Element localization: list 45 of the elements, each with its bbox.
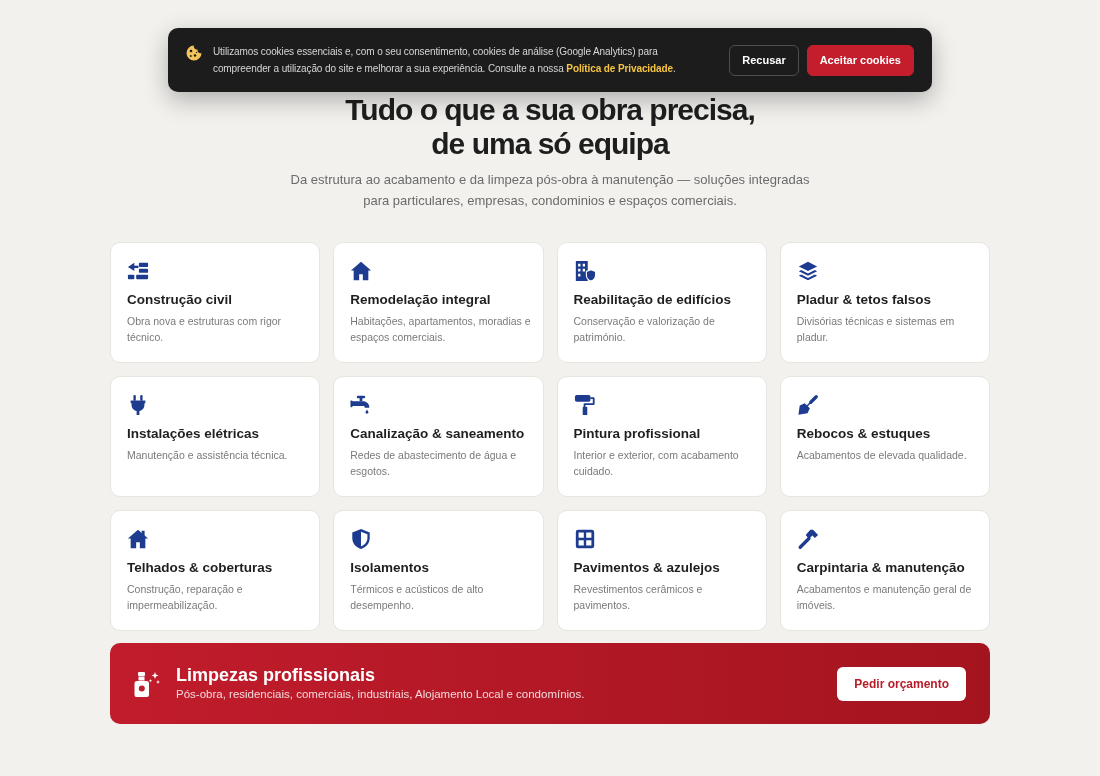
service-title: Remodelação integral — [350, 291, 492, 309]
cookie-icon — [186, 45, 202, 61]
service-title: Isolamentos — [350, 559, 431, 577]
service-title: Instalações elétricas — [127, 425, 261, 443]
service-description: Construção, reparação e impermeabilização. — [127, 582, 244, 613]
service-title: Rebocos & estuques — [796, 425, 932, 443]
service-description: Habitações, apartamentos, moradias e espaços comerciais. — [350, 314, 532, 345]
layers-icon — [796, 260, 819, 282]
spray-bottle-icon — [133, 669, 161, 698]
privacy-policy-link[interactable]: Política de Privacidade — [566, 63, 673, 74]
request-quote-button[interactable]: Pedir orçamento — [837, 666, 966, 701]
service-title: Telhados & coberturas — [127, 559, 274, 577]
service-description: Revestimentos cerâmicos e pavimentos. — [573, 582, 704, 613]
house-icon — [127, 528, 149, 550]
service-title: Pavimentos & azulejos — [573, 559, 721, 577]
service-description: Manutenção e assistência técnica. — [127, 448, 289, 463]
banner-title: Limpezas profissionais — [176, 664, 377, 686]
section-subtitle: Da estrutura ao acabamento e da limpeza pós-obra à manutenção — soluções integradas para particulares, empresas, condominios e espaços comerciais. — [289, 171, 811, 210]
service-title: Canalização & saneamento — [350, 425, 526, 443]
banner-description: Pós-obra, residenciais, comerciais, industriais, Alojamento Local e condomínios. — [176, 687, 586, 702]
service-title: Reabilitação de edifícios — [573, 291, 733, 309]
grid-icon — [573, 528, 596, 550]
accept-cookies-button[interactable]: Aceitar cookies — [806, 44, 914, 76]
service-title: Pladur & tetos falsos — [796, 291, 933, 309]
building-shield-icon — [573, 260, 596, 282]
paint-roller-icon — [573, 394, 596, 416]
service-description: Divisórias técnicas e sistemas em pladur. — [796, 314, 956, 345]
service-title: Carpintaria & manutenção — [796, 559, 966, 577]
trowel-bricks-icon — [127, 260, 149, 282]
service-description: Redes de abastecimento de água e esgotos. — [350, 448, 518, 479]
service-description: Térmicos e acústicos de alto desempenho. — [350, 582, 485, 613]
house-icon — [350, 260, 373, 282]
service-description: Obra nova e estruturas com rigor técnico. — [127, 314, 283, 345]
section-heading: Tudo o que a sua obra precisa, de uma só equipa — [345, 93, 755, 161]
service-description: Acabamentos de elevada qualidade. — [796, 448, 968, 463]
service-description: Conservação e valorização de património. — [573, 314, 716, 345]
service-description: Interior e exterior, com acabamento cuidado. — [573, 448, 740, 479]
hammer-icon — [796, 528, 819, 550]
shield-icon — [350, 528, 373, 550]
trowel-icon — [796, 394, 819, 416]
service-title: Construção civil — [127, 291, 234, 309]
service-description: Acabamentos e manutenção geral de imóveis. — [796, 582, 973, 613]
reject-cookies-button[interactable]: Recusar — [729, 44, 799, 76]
cookie-message: Utilizamos cookies essenciais e, com o seu consentimento, cookies de análise (Google Analytics) para compreender a utilização do site e melhorar a sua experiência. Consulte a nossa Política de Privacidade. — [213, 45, 677, 76]
service-title: Pintura profissional — [573, 425, 702, 443]
